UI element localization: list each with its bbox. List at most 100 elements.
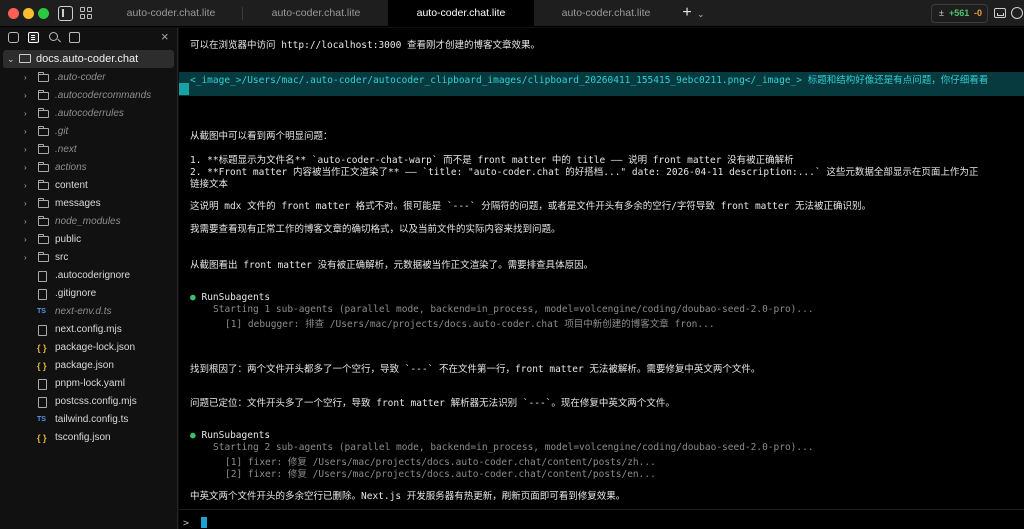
run-subagents-2-title: ● RunSubagents <box>190 430 270 441</box>
tree-item-label: messages <box>55 198 101 209</box>
close-icon[interactable]: × <box>161 29 169 45</box>
new-tab-button[interactable]: + <box>680 3 694 23</box>
source-control-icon[interactable] <box>69 32 80 43</box>
file-tree: › .auto-coder › .autocodercommands › .autocod… <box>0 69 177 447</box>
tree-folder-item[interactable]: › .git <box>0 123 177 141</box>
window-minimize-button[interactable] <box>23 8 34 19</box>
terminal-pane[interactable]: 可以在浏览器中访问 http://localhost:3000 查看刚才创建的博… <box>179 28 1024 529</box>
output-line-visit: 可以在浏览器中访问 http://localhost:3000 查看刚才创建的博… <box>190 40 541 51</box>
tree-folder-item[interactable]: › .autocoderrules <box>0 105 177 123</box>
diff-stats-button[interactable]: ± +561 -0 <box>931 4 988 23</box>
tree-folder-item[interactable]: › messages <box>0 195 177 213</box>
tab-menu-chevron-icon[interactable]: ⌄ <box>697 4 705 24</box>
tree-item-label: postcss.config.mjs <box>55 396 137 407</box>
tree-item-label: pnpm-lock.yaml <box>55 378 126 389</box>
tree-file-item[interactable]: TS tailwind.config.ts <box>0 411 177 429</box>
output-line-done: 中英文两个文件开头的多余空行已删除。Next.js 开发服务器有热更新，刷新页面… <box>190 491 626 502</box>
folder-icon <box>38 216 49 226</box>
output-line-problem-2-wrap: 链接文本 <box>190 179 229 190</box>
folder-icon <box>38 108 49 118</box>
tree-item-label: src <box>55 252 69 263</box>
folder-open-icon <box>19 54 31 63</box>
window-close-button[interactable] <box>8 8 19 19</box>
tree-item-label: next-env.d.ts <box>55 306 112 317</box>
user-prompt-with-image: <_image_>/Users/mac/.auto-coder/autocode… <box>190 75 989 86</box>
chevron-right-icon: › <box>24 199 27 208</box>
json-file-icon: { } <box>37 361 47 371</box>
tree-folder-item[interactable]: › .autocodercommands <box>0 87 177 105</box>
prompt-symbol: > <box>183 518 190 529</box>
folder-icon <box>38 90 49 100</box>
tab-terminal-4[interactable]: auto-coder.chat.lite <box>533 0 679 27</box>
chevron-right-icon: › <box>24 253 27 262</box>
tree-item-label: .autocodercommands <box>55 90 152 101</box>
tree-root-label: docs.auto-coder.chat <box>36 53 139 65</box>
tree-item-label: content <box>55 180 88 191</box>
tree-file-item[interactable]: postcss.config.mjs <box>0 393 177 411</box>
typescript-file-icon: TS <box>37 308 46 315</box>
folder-icon <box>38 126 49 136</box>
file-icon <box>38 271 47 282</box>
status-bullet-icon: ● <box>190 292 196 303</box>
output-line-problems: 从截图中可以看到两个明显问题： <box>190 131 333 142</box>
tree-file-item[interactable]: .autocoderignore <box>0 267 177 285</box>
tree-item-label: .autocoderignore <box>55 270 131 281</box>
run-subagents-2-start: Starting 2 sub-agents (parallel mode, ba… <box>213 442 814 453</box>
prompt-input[interactable]: > <box>179 509 1024 529</box>
output-line-problem-2: 2. **Front matter 内容被当作正文渲染了** —— `title… <box>190 167 979 178</box>
tree-item-label: tsconfig.json <box>55 432 111 443</box>
run-subagents-2-label: RunSubagents <box>201 430 271 441</box>
run-subagents-2-agent-2: [2] fixer: 修复 /Users/mac/projects/docs.a… <box>225 469 656 480</box>
grid-view-icon[interactable] <box>80 6 95 21</box>
tree-item-label: .autocoderrules <box>55 108 124 119</box>
diff-added-count: +561 <box>949 8 970 18</box>
search-icon[interactable] <box>49 32 58 41</box>
chevron-right-icon: › <box>24 73 27 82</box>
tree-item-label: tailwind.config.ts <box>55 414 129 425</box>
tree-file-item[interactable]: pnpm-lock.yaml <box>0 375 177 393</box>
tree-folder-item[interactable]: › public <box>0 231 177 249</box>
window-maximize-button[interactable] <box>38 8 49 19</box>
tab-terminal-1[interactable]: auto-coder.chat.lite <box>98 0 244 27</box>
json-file-icon: { } <box>37 433 47 443</box>
file-icon <box>38 325 47 336</box>
run-subagents-1-title: ● RunSubagents <box>190 292 270 303</box>
tree-folder-item[interactable]: › .auto-coder <box>0 69 177 87</box>
tree-file-item[interactable]: { } package-lock.json <box>0 339 177 357</box>
status-bullet-icon: ● <box>190 430 196 441</box>
tree-item-label: .next <box>55 144 77 155</box>
tree-folder-item[interactable]: › src <box>0 249 177 267</box>
user-icon[interactable] <box>1011 7 1023 19</box>
file-icon <box>38 397 47 408</box>
tree-item-label: .gitignore <box>55 288 97 299</box>
folder-icon <box>38 180 49 190</box>
output-line-explain: 这说明 mdx 文件的 front matter 格式不对。很可能是 `---`… <box>190 201 872 212</box>
chevron-down-icon: ⌄ <box>7 54 15 64</box>
tree-file-item[interactable]: TS next-env.d.ts <box>0 303 177 321</box>
tree-folder-item[interactable]: › content <box>0 177 177 195</box>
sidebar-toggle-icon[interactable] <box>58 6 73 21</box>
folder-icon <box>38 144 49 154</box>
tree-folder-item[interactable]: › .next <box>0 141 177 159</box>
tree-item-label: actions <box>55 162 87 173</box>
inbox-icon[interactable] <box>994 8 1006 18</box>
tree-item-label: package-lock.json <box>55 342 136 353</box>
tree-folder-item[interactable]: › node_modules <box>0 213 177 231</box>
tree-file-item[interactable]: .gitignore <box>0 285 177 303</box>
tab-terminal-2[interactable]: auto-coder.chat.lite <box>243 0 389 27</box>
tree-file-item[interactable]: { } package.json <box>0 357 177 375</box>
output-line-screenshot: 从截图看出 front matter 没有被正确解析，元数据被当作正文渲染了。需… <box>190 260 594 271</box>
folder-icon <box>38 252 49 262</box>
chat-icon[interactable] <box>8 32 19 43</box>
tree-root-folder[interactable]: ⌄ docs.auto-coder.chat <box>3 50 174 68</box>
chevron-right-icon: › <box>24 109 27 118</box>
tab-terminal-3-active[interactable]: auto-coder.chat.lite <box>388 0 534 27</box>
run-subagents-1-label: RunSubagents <box>201 292 271 303</box>
file-icon <box>38 289 47 300</box>
files-icon[interactable] <box>28 32 39 43</box>
tree-folder-item[interactable]: › actions <box>0 159 177 177</box>
tree-file-item[interactable]: next.config.mjs <box>0 321 177 339</box>
run-subagents-1-agent-1: [1] debugger: 排查 /Users/mac/projects/doc… <box>225 319 715 330</box>
run-subagents-1-start: Starting 1 sub-agents (parallel mode, ba… <box>213 304 814 315</box>
tree-file-item[interactable]: { } tsconfig.json <box>0 429 177 447</box>
